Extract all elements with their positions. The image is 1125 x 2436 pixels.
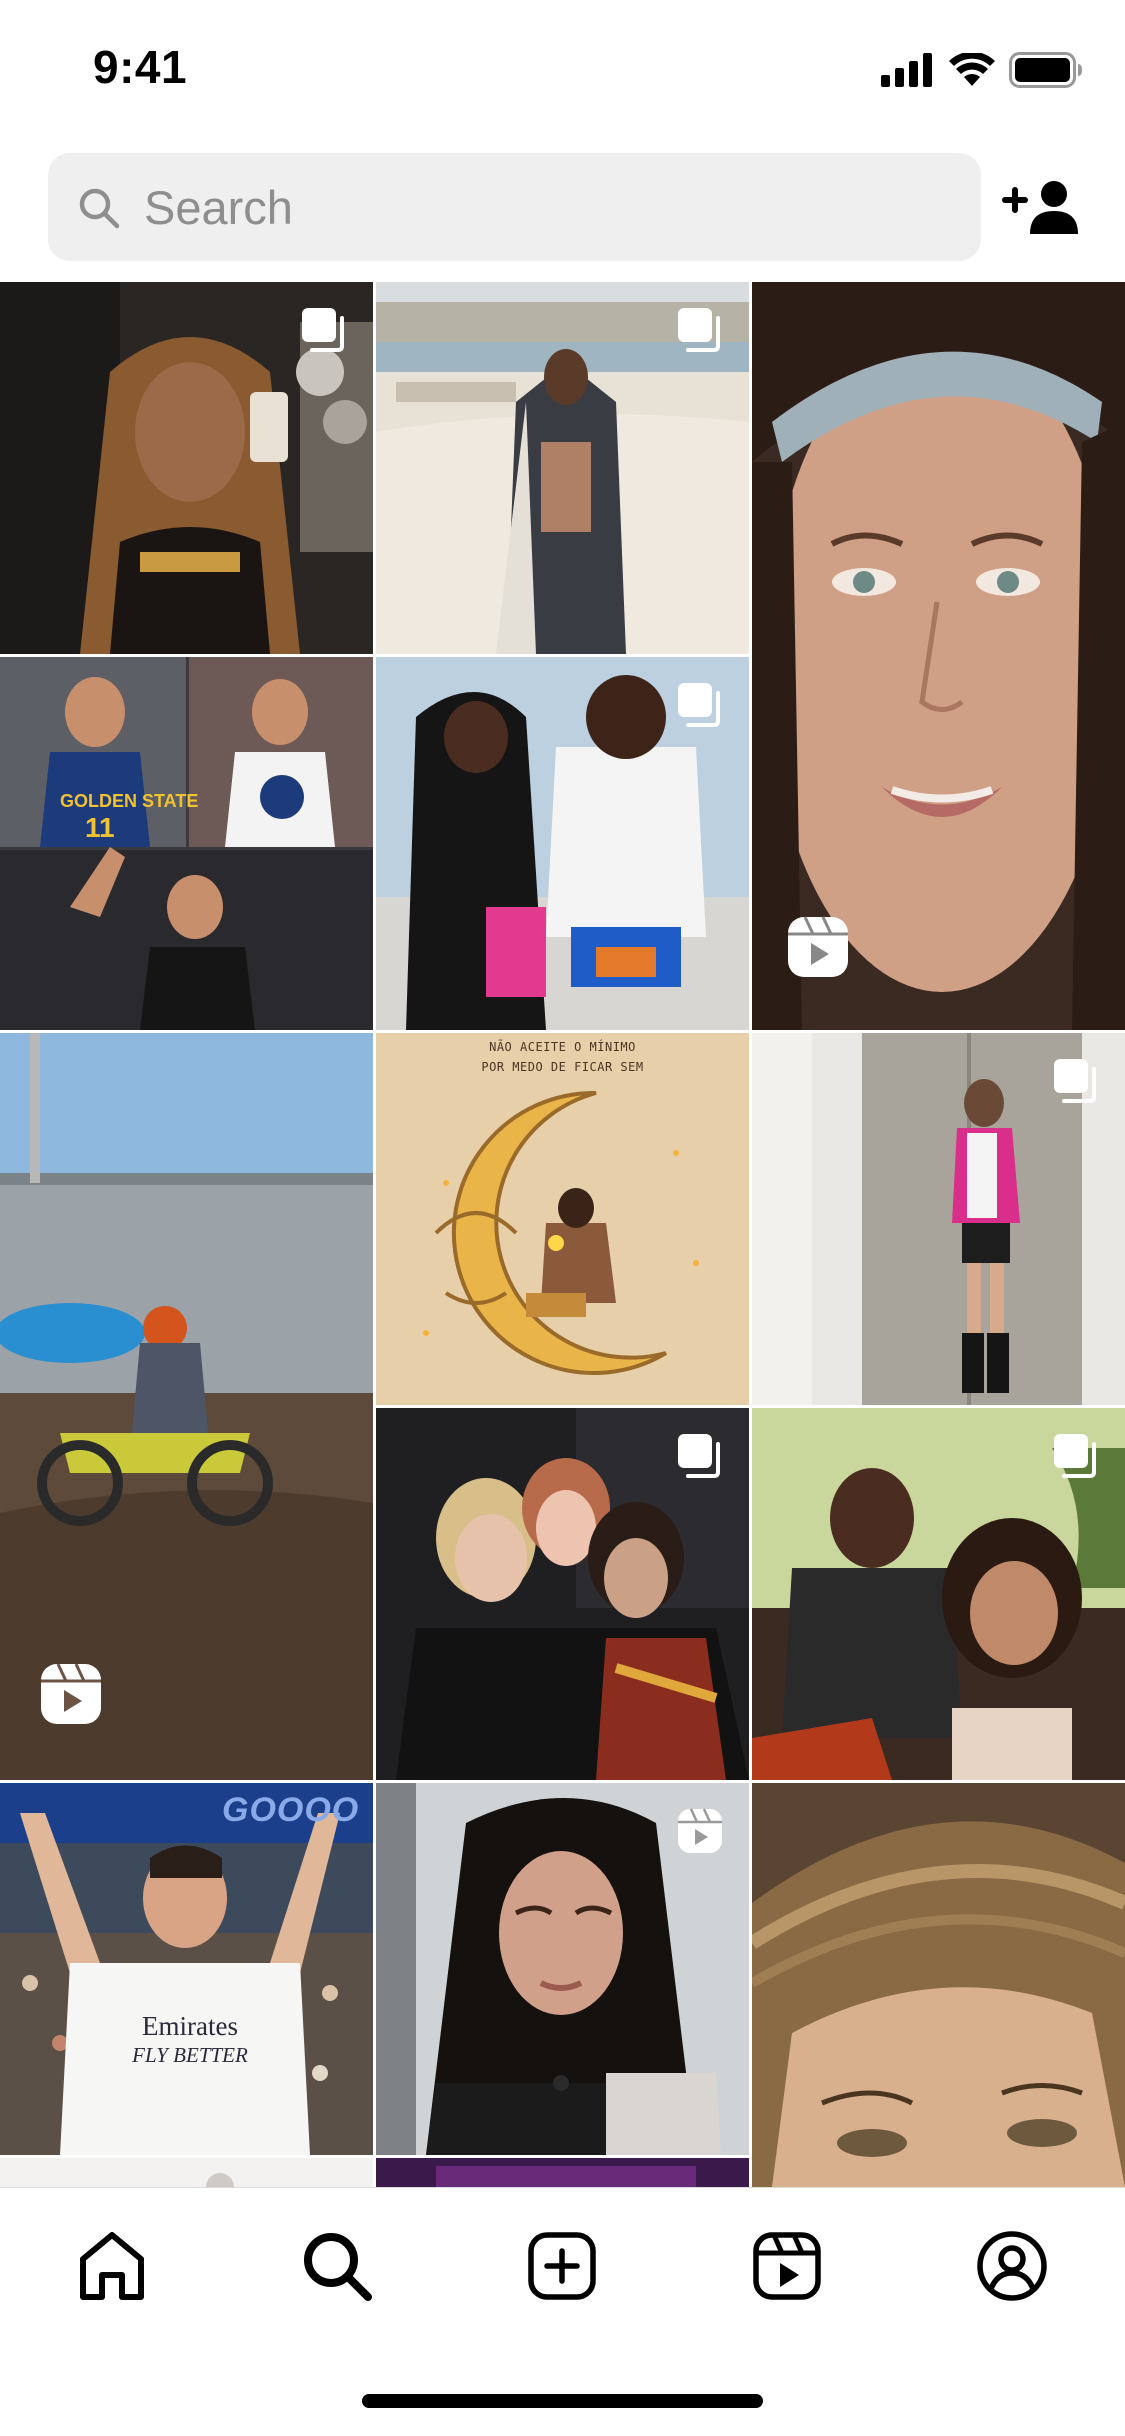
- explore-tile[interactable]: [0, 1033, 373, 1780]
- explore-tile[interactable]: GOLDEN STATE 11: [0, 657, 373, 1030]
- photo-basketball-collage: GOLDEN STATE 11: [0, 657, 373, 1030]
- reels-icon: [753, 2232, 821, 2300]
- wifi-icon: [949, 53, 995, 86]
- status-icons: [881, 50, 1083, 90]
- jersey-sponsor-line-1: Emirates: [142, 2011, 238, 2041]
- profile-icon: [977, 2231, 1047, 2301]
- explore-tile[interactable]: NÃO ACEITE O MÍNIMO POR MEDO DE FICAR SE…: [376, 1033, 749, 1405]
- jersey-sponsor-line-2: FLY BETTER: [132, 2043, 248, 2067]
- create-post-icon: [528, 2232, 596, 2300]
- explore-tile[interactable]: [376, 2158, 749, 2187]
- home-icon: [80, 2232, 144, 2300]
- explore-tile[interactable]: [376, 1408, 749, 1780]
- photo-moon-illustration: [376, 1033, 749, 1405]
- explore-tile[interactable]: [376, 657, 749, 1030]
- carousel-icon: [1054, 1434, 1096, 1478]
- nav-home[interactable]: [72, 2226, 152, 2306]
- home-indicator: [362, 2394, 763, 2408]
- explore-tile[interactable]: [752, 1783, 1125, 2187]
- cellular-signal-icon: [881, 53, 932, 87]
- search-icon: [79, 188, 120, 229]
- nav-reels[interactable]: [747, 2226, 827, 2306]
- photo-hair-closeup: [752, 1783, 1125, 2187]
- nav-search[interactable]: [297, 2226, 377, 2306]
- search-bar[interactable]: [48, 153, 981, 261]
- carousel-icon: [302, 308, 344, 352]
- status-bar: 9:41: [0, 0, 1125, 140]
- explore-tile[interactable]: [376, 282, 749, 654]
- svg-text:GOLDEN STATE: GOLDEN STATE: [60, 791, 198, 811]
- illustration-caption: NÃO ACEITE O MÍNIMO POR MEDO DE FICAR SE…: [481, 1040, 644, 1074]
- explore-tile[interactable]: [752, 282, 1125, 1030]
- photo-partial: [376, 2158, 749, 2187]
- reel-icon: [41, 1663, 101, 1724]
- search-input[interactable]: [144, 153, 944, 261]
- nav-create[interactable]: [522, 2226, 602, 2306]
- photo-partial: [0, 2158, 373, 2187]
- carousel-icon: [678, 308, 720, 352]
- reel-icon: [678, 1808, 722, 1853]
- explore-tile[interactable]: [376, 1783, 749, 2155]
- battery-icon: [1009, 52, 1082, 88]
- svg-text:11: 11: [85, 812, 115, 843]
- carousel-icon: [678, 1434, 720, 1478]
- explore-tile[interactable]: [0, 2158, 373, 2187]
- photo-footballer: [0, 1783, 373, 2155]
- explore-tile[interactable]: [752, 1033, 1125, 1405]
- explore-tile[interactable]: GOOOO Emirates FLY BETTER: [0, 1783, 373, 2155]
- explore-tile[interactable]: [752, 1408, 1125, 1780]
- search-icon: [304, 2233, 372, 2301]
- carousel-icon: [1054, 1059, 1096, 1103]
- stadium-banner-text: GOOOO: [222, 1791, 360, 1829]
- carousel-icon: [678, 683, 720, 727]
- reel-icon: [788, 916, 848, 977]
- status-time: 9:41: [93, 41, 188, 93]
- explore-tile[interactable]: [0, 282, 373, 654]
- explore-grid: GOLDEN STATE 11 NÃO ACEITE O MÍNIMO POR …: [0, 282, 1125, 2187]
- nav-profile[interactable]: [972, 2226, 1052, 2306]
- add-person-icon[interactable]: [1002, 180, 1080, 236]
